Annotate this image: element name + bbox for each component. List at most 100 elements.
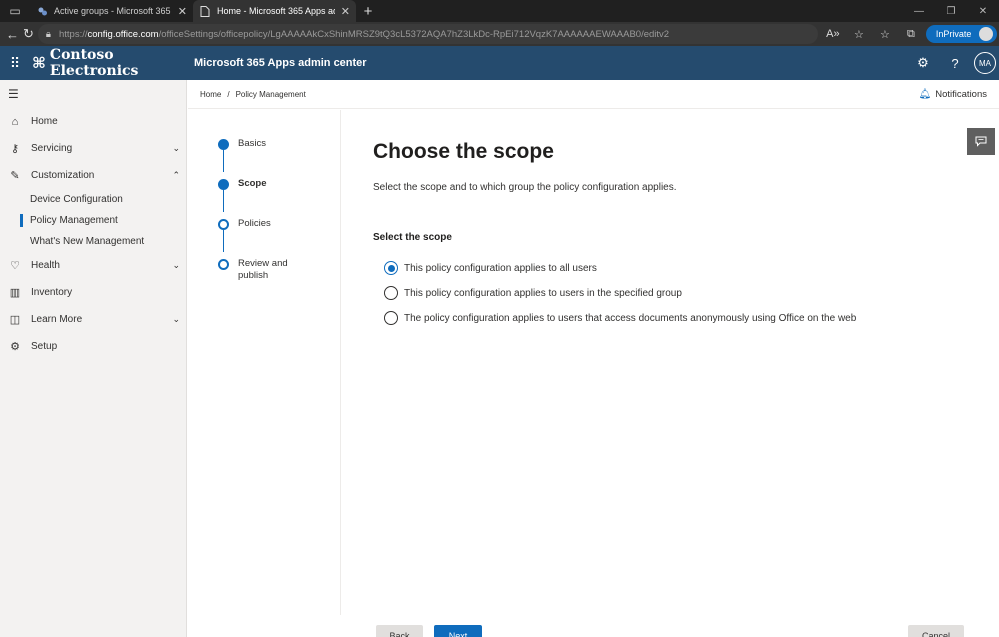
- breadcrumb-separator: /: [227, 89, 230, 99]
- close-icon[interactable]: ✕: [178, 5, 187, 18]
- radio-all-users[interactable]: This policy configuration applies to all…: [384, 261, 597, 275]
- next-button[interactable]: Next: [434, 625, 482, 637]
- help-icon[interactable]: ?: [942, 50, 968, 76]
- read-aloud-icon[interactable]: A»: [822, 24, 844, 44]
- refresh-icon[interactable]: ↻: [23, 23, 34, 45]
- gear-icon: ⚙: [10, 341, 20, 353]
- radio-label: This policy configuration applies to use…: [404, 287, 682, 299]
- sidebar-item-policy-management[interactable]: Policy Management: [0, 210, 186, 231]
- browser-tab-strip: ▭ Active groups - Microsoft 365 admin ce…: [0, 0, 999, 22]
- feedback-icon[interactable]: [967, 128, 995, 155]
- new-tab-button[interactable]: +: [356, 0, 380, 22]
- step-pending-dot: [218, 259, 229, 270]
- step-connector: [223, 190, 224, 212]
- sidebar-item-learn-more[interactable]: ◫ Learn More ⌄: [0, 306, 186, 333]
- sidebar-item-home[interactable]: ⌂ Home: [0, 108, 186, 135]
- breadcrumb-home[interactable]: Home: [200, 90, 221, 99]
- sidebar-item-label: Learn More: [31, 314, 83, 325]
- radio-button[interactable]: [384, 286, 398, 300]
- user-avatar[interactable]: MA: [974, 52, 996, 74]
- inventory-icon: ▥: [9, 287, 21, 299]
- radio-label: The policy configuration applies to user…: [404, 312, 857, 324]
- profile-avatar: [979, 27, 994, 41]
- sidebar-item-customization[interactable]: ✎ Customization ⌃: [0, 162, 186, 189]
- close-icon[interactable]: ✕: [341, 5, 350, 18]
- favorite-star-icon[interactable]: ☆: [848, 24, 870, 44]
- url-input[interactable]: 🔒︎ https://config.office.com/officeSetti…: [37, 24, 818, 44]
- book-icon: ◫: [9, 314, 21, 326]
- brand[interactable]: ⌘ Contoso Electronics: [32, 47, 189, 79]
- cancel-button[interactable]: Cancel: [908, 625, 964, 637]
- step-current-dot: [218, 179, 229, 190]
- step-pending-dot: [218, 219, 229, 230]
- brand-name: Contoso Electronics: [49, 47, 139, 79]
- back-button[interactable]: Back: [376, 625, 423, 637]
- page-description: Select the scope and to which group the …: [373, 182, 677, 193]
- step-basics[interactable]: Basics: [218, 138, 266, 150]
- chevron-down-icon: ⌄: [172, 314, 180, 324]
- tab-title: Active groups - Microsoft 365 admin cent…: [54, 6, 172, 16]
- sidebar-item-label: Setup: [31, 341, 58, 352]
- sidebar-item-whats-new-management[interactable]: What's New Management: [0, 231, 186, 252]
- step-review-and-publish[interactable]: Review and publish: [218, 258, 288, 282]
- browser-tab-active-groups[interactable]: Active groups - Microsoft 365 admin cent…: [30, 0, 193, 22]
- scope-heading: Select the scope: [373, 232, 452, 243]
- settings-gear-icon[interactable]: ⚙: [910, 50, 936, 76]
- servicing-icon: ⚷: [10, 143, 20, 155]
- home-icon: ⌂: [11, 115, 19, 128]
- restore-icon[interactable]: ❐: [935, 0, 967, 22]
- step-connector: [223, 230, 224, 252]
- favorites-icon[interactable]: ☆: [874, 24, 896, 44]
- step-policies[interactable]: Policies: [218, 218, 271, 230]
- sidebar-item-servicing[interactable]: ⚷ Servicing ⌄: [0, 135, 186, 162]
- tab-actions-icon[interactable]: ▭: [0, 0, 30, 22]
- chevron-up-icon: ⌃: [172, 170, 180, 180]
- step-connector: [223, 150, 224, 172]
- tab-title: Home - Microsoft 365 Apps admin center: [217, 6, 335, 16]
- back-arrow-icon[interactable]: ←: [6, 23, 19, 45]
- close-window-icon[interactable]: ✕: [967, 0, 999, 22]
- collections-icon[interactable]: ⧉: [900, 24, 922, 44]
- heart-icon: ♡: [10, 260, 20, 272]
- sidebar-item-label: Servicing: [31, 143, 73, 154]
- chevron-down-icon: ⌄: [172, 260, 180, 270]
- radio-specified-group[interactable]: This policy configuration applies to use…: [384, 286, 682, 300]
- lock-icon: 🔒︎: [45, 28, 51, 40]
- m365-admin-icon: [36, 5, 48, 17]
- radio-button-checked[interactable]: [384, 261, 398, 275]
- address-bar-row: ← ↻ 🔒︎ https://config.office.com/officeS…: [0, 22, 999, 46]
- breadcrumb-current: Policy Management: [235, 89, 306, 99]
- sidebar-item-inventory[interactable]: ▥ Inventory: [0, 279, 186, 306]
- hamburger-menu-icon[interactable]: ☰: [0, 80, 186, 108]
- step-scope[interactable]: Scope: [218, 178, 267, 190]
- app-name: Microsoft 365 Apps admin center: [194, 57, 367, 69]
- step-complete-dot: [218, 139, 229, 150]
- bell-icon: 🔔︎: [918, 88, 932, 100]
- notifications-label: Notifications: [935, 88, 987, 100]
- sidebar-item-label: Customization: [31, 170, 95, 181]
- notifications-button[interactable]: 🔔︎ Notifications: [919, 89, 987, 100]
- page-title: Choose the scope: [373, 140, 554, 163]
- radio-label: This policy configuration applies to all…: [404, 262, 597, 274]
- sidebar-item-label: Health: [31, 260, 60, 271]
- sidebar-item-label: Inventory: [31, 287, 73, 298]
- minimize-icon[interactable]: —: [903, 0, 935, 22]
- inprivate-button[interactable]: InPrivate: [925, 25, 998, 43]
- browser-tab-home[interactable]: Home - Microsoft 365 Apps admin center ✕: [193, 0, 356, 22]
- sidebar-item-label: Home: [31, 116, 58, 127]
- sidebar-item-setup[interactable]: ⚙ Setup: [0, 333, 186, 360]
- radio-button[interactable]: [384, 311, 398, 325]
- page-icon: [199, 5, 211, 17]
- contoso-logo-icon: ⌘: [32, 54, 46, 72]
- sidebar: ☰ ⌂ Home ⚷ Servicing ⌄ ✎ Customization ⌃…: [0, 80, 187, 637]
- customization-icon: ✎: [10, 170, 20, 182]
- url-text: https://config.office.com/officeSettings…: [58, 28, 670, 40]
- app-header: ⠿ ⌘ Contoso Electronics Microsoft 365 Ap…: [0, 46, 999, 80]
- sidebar-item-health[interactable]: ♡ Health ⌄: [0, 252, 186, 279]
- sidebar-item-device-configuration[interactable]: Device Configuration: [0, 189, 186, 210]
- wizard-steps: Basics Scope Policies Review and publish: [188, 110, 341, 615]
- breadcrumb: Home / Policy Management 🔔︎ Notification…: [188, 80, 999, 109]
- chevron-down-icon: ⌄: [172, 143, 180, 153]
- app-launcher-icon[interactable]: ⠿: [0, 46, 30, 80]
- radio-anonymous-web[interactable]: The policy configuration applies to user…: [384, 311, 856, 325]
